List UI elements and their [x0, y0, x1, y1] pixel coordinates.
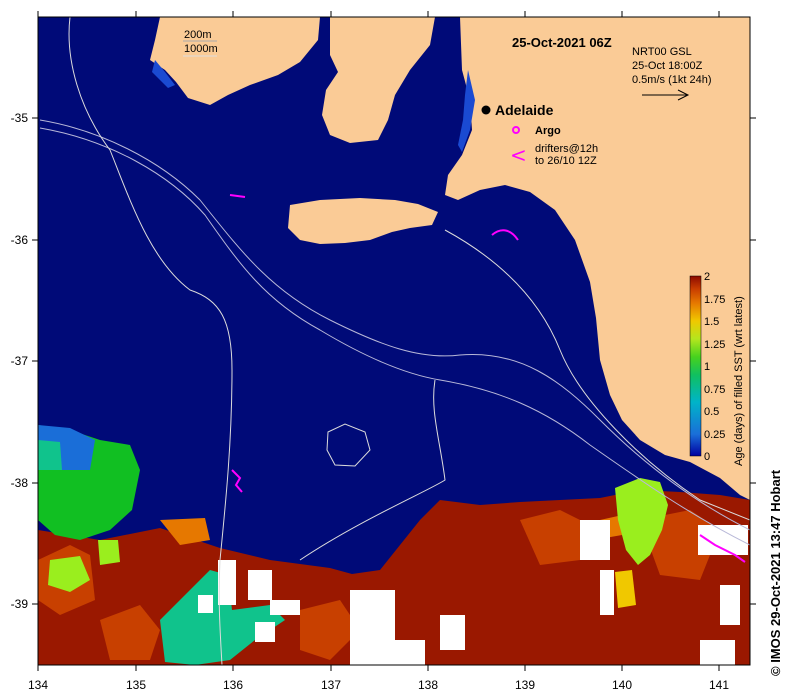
- colorbar-tick: 0.5: [704, 406, 719, 418]
- x-tick-label: 134: [28, 678, 48, 692]
- x-tick-label: 140: [612, 678, 632, 692]
- colorbar-tick: 0.25: [704, 429, 725, 441]
- map-title: 25-Oct-2021 06Z: [512, 35, 612, 50]
- colorbar-tick: 1.75: [704, 294, 725, 306]
- colorbar-label: Age (days) of filled SST (wrt latest): [733, 296, 745, 466]
- sst-age-map: 134 135 136 137 138 139 140 141 -35 -36 …: [11, 11, 756, 692]
- argo-label: Argo: [535, 125, 561, 137]
- colorbar-tick: 1.5: [704, 316, 719, 328]
- current-info-line1: NRT00 GSL: [632, 46, 692, 58]
- adelaide-marker: [481, 105, 491, 115]
- drifters-label-line1: drifters@12h: [535, 143, 598, 155]
- x-tick-label: 141: [709, 678, 729, 692]
- depth-legend-200m: 200m: [184, 29, 212, 41]
- y-tick-label: -35: [11, 111, 29, 125]
- y-tick-label: -36: [11, 233, 29, 247]
- x-tick-label: 135: [126, 678, 146, 692]
- colorbar-tick: 0.75: [704, 384, 725, 396]
- credit-label: © IMOS 29-Oct-2021 13:47 Hobart: [768, 469, 783, 676]
- colorbar-tick: 2: [704, 271, 710, 283]
- drifters-label-line2: to 26/10 12Z: [535, 155, 597, 167]
- current-info-line2: 25-Oct 18:00Z: [632, 60, 703, 72]
- city-label: Adelaide: [495, 102, 554, 118]
- depth-legend-1000m: 1000m: [184, 43, 218, 55]
- colorbar-tick: 0: [704, 451, 710, 463]
- colorbar-tick: 1.25: [704, 339, 725, 351]
- drifters-marker: <: [510, 143, 527, 167]
- x-tick-label: 137: [321, 678, 341, 692]
- y-tick-label: -39: [11, 597, 29, 611]
- colorbar: [689, 275, 702, 457]
- colorbar-tick: 1: [704, 361, 710, 373]
- x-tick-label: 138: [418, 678, 438, 692]
- x-tick-label: 136: [223, 678, 243, 692]
- y-tick-label: -37: [11, 354, 29, 368]
- y-tick-label: -38: [11, 476, 29, 490]
- current-info-line3: 0.5m/s (1kt 24h): [632, 74, 711, 86]
- x-tick-label: 139: [515, 678, 535, 692]
